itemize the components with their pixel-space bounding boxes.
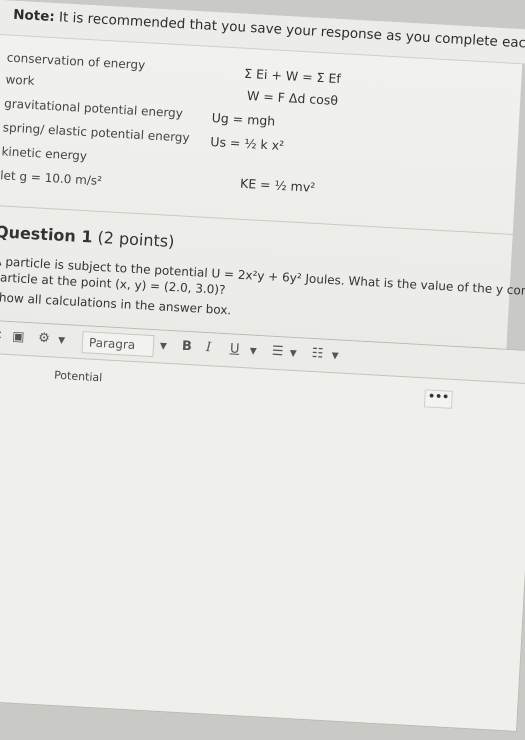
italic-button[interactable]: I xyxy=(206,340,212,355)
align-icon[interactable]: ☰ xyxy=(271,344,283,360)
chevron-down-icon[interactable]: ▼ xyxy=(58,336,65,346)
format-chevron-down-icon[interactable]: ▼ xyxy=(249,346,256,356)
formula-expr-spring: Us = ½ k x² xyxy=(210,133,285,154)
underline-button[interactable]: U xyxy=(229,341,239,357)
question-title: Question 1 (2 points) xyxy=(0,222,175,251)
editor-path-label: Potential xyxy=(53,368,103,385)
paragraph-style-value: Paragra xyxy=(88,335,136,353)
formula-expr-gravitational: Ug = mgh xyxy=(211,110,276,129)
more-options-button[interactable]: ••• xyxy=(423,389,453,409)
insert-link-icon[interactable]: ⚙ xyxy=(38,331,50,347)
formula-expr-kinetic: KE = ½ mv² xyxy=(239,175,316,195)
formula-name-conservation: conservation of energy xyxy=(6,50,146,73)
formula-expr-work: W = F Δd cosθ xyxy=(246,87,339,109)
note-text: Note: It is recommended that you save yo… xyxy=(13,7,525,56)
question-points: (2 points) xyxy=(97,227,175,252)
formula-expr-conservation: Σ Ei + W = Σ Ef xyxy=(243,65,342,87)
question-number: Question 1 xyxy=(0,222,94,247)
formula-name-kinetic: kinetic energy xyxy=(1,144,88,164)
formula-name-gravitational: gravitational potential energy xyxy=(3,96,184,121)
formula-name-spring: spring/ elastic potential energy xyxy=(2,120,190,145)
gravity-constant: let g = 10.0 m/s² xyxy=(0,168,103,188)
align-chevron-down-icon[interactable]: ▼ xyxy=(289,349,296,359)
paragraph-style-select[interactable]: Paragra xyxy=(81,331,155,358)
note-label: Note: xyxy=(12,6,56,26)
quiz-page: Note: It is recommended that you save yo… xyxy=(0,0,525,732)
insert-image-icon[interactable]: ▣ xyxy=(12,329,25,345)
paragraph-chevron-down-icon[interactable]: ▼ xyxy=(160,341,167,351)
list-icon[interactable]: ☷ xyxy=(311,346,323,362)
insert-stuff-icon[interactable]: ⁙ xyxy=(0,328,4,344)
bold-button[interactable]: B xyxy=(182,339,193,355)
answer-editor[interactable]: ⁙ ▣ ⚙ ▼ Paragra ▼ B I U ▼ ☰ ▼ ☷ ▼ Potent… xyxy=(0,319,525,732)
formula-name-work: work xyxy=(5,72,35,89)
list-chevron-down-icon[interactable]: ▼ xyxy=(331,351,338,361)
note-message: It is recommended that you save your res… xyxy=(58,9,525,55)
